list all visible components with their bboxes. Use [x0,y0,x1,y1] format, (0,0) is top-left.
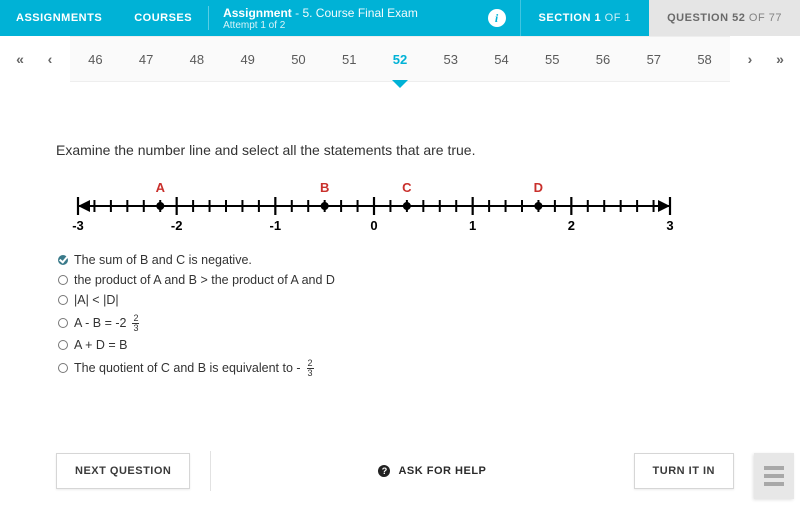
radio-icon [58,295,68,305]
answer-option-text: the product of A and B > the product of … [74,273,335,287]
answer-option-1[interactable]: The sum of B and C is negative. [58,253,744,267]
svg-text:3: 3 [666,218,673,233]
info-icon[interactable]: i [488,9,506,27]
question-content: Examine the number line and select all t… [0,86,800,377]
svg-text:-1: -1 [270,218,282,233]
nav-next-icon[interactable]: › [738,45,762,73]
help-icon: ? [378,465,390,477]
radio-icon [58,318,68,328]
svg-text:B: B [320,180,329,195]
nav-assignments[interactable]: ASSIGNMENTS [0,0,118,36]
fraction: 23 [307,359,314,378]
answer-option-text: A + D = B [74,338,128,352]
svg-text:-3: -3 [72,218,84,233]
turn-it-in-button[interactable]: TURN IT IN [634,453,734,489]
attempt-text: Attempt 1 of 2 [223,20,467,31]
radio-icon [58,363,68,373]
svg-text:C: C [402,180,412,195]
menu-icon[interactable] [754,453,794,499]
nav-courses[interactable]: COURSES [118,0,208,36]
question-prompt: Examine the number line and select all t… [56,142,744,158]
question-number-strip: 46 47 48 49 50 51 52 53 54 55 56 57 58 [70,36,730,82]
section-indicator: SECTION 1 OF 1 [520,0,650,36]
answer-option-text: The quotient of C and B is equivalent to… [74,361,301,375]
question-number-57[interactable]: 57 [635,52,673,67]
nav-last-icon[interactable]: » [768,45,792,73]
answer-option-5[interactable]: A + D = B [58,338,744,352]
checkmark-icon [58,255,68,265]
answer-option-2[interactable]: the product of A and B > the product of … [58,273,744,287]
question-number-55[interactable]: 55 [533,52,571,67]
assignment-block: Assignment - 5. Course Final Exam Attemp… [209,0,481,36]
answer-option-6[interactable]: The quotient of C and B is equivalent to… [58,358,744,377]
svg-text:A: A [156,180,166,195]
question-number-58[interactable]: 58 [686,52,724,67]
answer-options: The sum of B and C is negative. the produ… [58,253,744,377]
svg-text:2: 2 [568,218,575,233]
question-indicator: QUESTION 52 OF 77 [649,0,800,36]
number-line: -3 -2 -1 0 1 2 3 A B C D [64,176,684,239]
question-number-51[interactable]: 51 [330,52,368,67]
radio-icon [58,340,68,350]
svg-text:1: 1 [469,218,476,233]
nav-prev-icon[interactable]: ‹ [38,45,62,73]
question-nav: « ‹ 46 47 48 49 50 51 52 53 54 55 56 57 58 › » [0,36,800,86]
question-number-50[interactable]: 50 [279,52,317,67]
section-num: SECTION 1 [539,12,602,24]
question-number-48[interactable]: 48 [178,52,216,67]
nav-first-icon[interactable]: « [8,45,32,73]
question-number-56[interactable]: 56 [584,52,622,67]
footer-bar: NEXT QUESTION ? ASK FOR HELP TURN IT IN [56,451,776,491]
fraction: 23 [132,314,139,333]
top-bar: ASSIGNMENTS COURSES Assignment - 5. Cour… [0,0,800,36]
current-question-caret-icon [392,80,408,88]
question-number-47[interactable]: 47 [127,52,165,67]
answer-option-text: |A| < |D| [74,293,119,307]
answer-option-text: The sum of B and C is negative. [74,253,252,267]
assignment-label: Assignment [223,6,292,20]
question-num: QUESTION 52 [667,12,745,24]
question-number-53[interactable]: 53 [432,52,470,67]
question-of: OF 77 [749,12,782,24]
answer-option-3[interactable]: |A| < |D| [58,293,744,307]
svg-text:0: 0 [370,218,377,233]
ask-for-help-button[interactable]: ASK FOR HELP [398,465,486,477]
next-question-button[interactable]: NEXT QUESTION [56,453,190,489]
svg-text:-2: -2 [171,218,183,233]
answer-option-text: A - B = -2 [74,316,126,330]
answer-option-4[interactable]: A - B = -2 23 [58,313,744,332]
section-of: OF 1 [605,12,631,24]
question-number-54[interactable]: 54 [483,52,521,67]
question-number-49[interactable]: 49 [229,52,267,67]
radio-icon [58,275,68,285]
question-number-46[interactable]: 46 [76,52,114,67]
question-number-52[interactable]: 52 [381,52,419,67]
assignment-name: - 5. Course Final Exam [295,6,418,20]
footer-divider [210,451,211,491]
svg-text:D: D [534,180,543,195]
